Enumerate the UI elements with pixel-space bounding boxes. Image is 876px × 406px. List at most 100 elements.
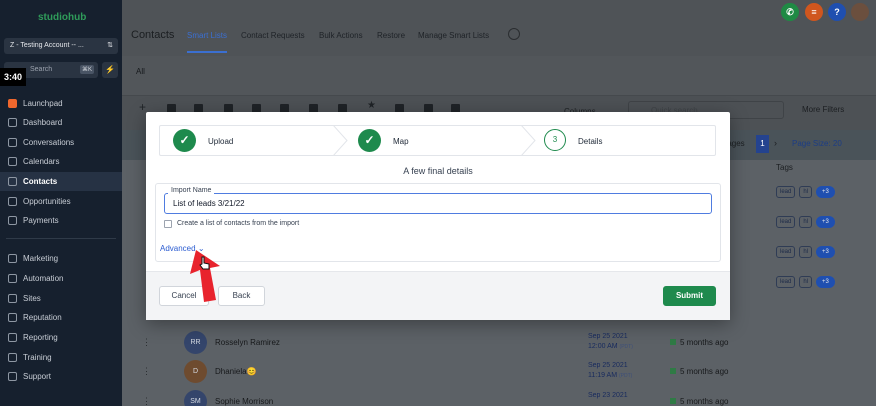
- more-vert-icon[interactable]: ⋮: [142, 396, 151, 406]
- message-icon: [670, 398, 676, 404]
- page-title: Contacts: [131, 29, 175, 41]
- sidebar-item-reporting[interactable]: Reporting: [0, 328, 122, 347]
- sidebar-item-label: Training: [23, 353, 52, 362]
- step-details: 3 Details: [533, 126, 713, 155]
- sidebar-item-label: Opportunities: [23, 197, 71, 206]
- sidebar-item-automation[interactable]: Automation: [0, 269, 122, 288]
- add-icon[interactable]: +: [139, 100, 148, 114]
- modal-subtitle: A few final details: [403, 166, 473, 176]
- last-activity-text: 5 months ago: [680, 367, 729, 376]
- sidebar-item-dashboard[interactable]: Dashboard: [0, 113, 122, 132]
- more-tags-badge[interactable]: +3: [816, 216, 835, 228]
- sidebar-item-label: Reputation: [23, 313, 62, 322]
- sidebar-item-support[interactable]: Support: [0, 367, 122, 386]
- create-list-label: Create a list of contacts from the impor…: [177, 220, 300, 227]
- tag-cell: lead hl +3: [776, 276, 839, 290]
- sidebar-item-calendars[interactable]: Calendars: [0, 152, 122, 171]
- table-row[interactable]: ⋮ SM Sophie Morrison Sep 23 2021 5 month…: [122, 386, 876, 406]
- cursor-hand-icon: [199, 256, 210, 270]
- chevron-right-icon[interactable]: ›: [774, 138, 777, 148]
- tag-badge: lead: [776, 246, 796, 258]
- tag-badge: lead: [776, 276, 796, 288]
- last-activity-text: 5 months ago: [680, 338, 729, 347]
- import-name-label: Import Name: [168, 187, 215, 194]
- sidebar-item-label: Launchpad: [23, 99, 63, 108]
- star-icon[interactable]: ★: [367, 100, 376, 111]
- import-details-modal: ✓ Upload ✓ Map 3 Details A few final det…: [146, 112, 730, 320]
- date-text: Sep 23 2021: [588, 392, 628, 399]
- more-filters-button[interactable]: More Filters: [802, 105, 844, 114]
- import-name-input[interactable]: List of leads 3/21/22: [164, 193, 712, 214]
- step-upload: ✓ Upload: [160, 126, 335, 155]
- date-added: Sep 23 2021: [588, 391, 628, 401]
- lightning-icon[interactable]: ⚡: [102, 62, 118, 78]
- back-button[interactable]: Back: [218, 286, 265, 306]
- time-text: 11:19 AM: [588, 372, 618, 379]
- tag-badge: lead: [776, 186, 796, 198]
- send-icon: [8, 254, 17, 263]
- sidebar-item-label: Marketing: [23, 254, 59, 263]
- check-icon: ✓: [173, 129, 196, 152]
- tab-manage-smart-lists[interactable]: Manage Smart Lists: [418, 31, 489, 40]
- more-tags-badge[interactable]: +3: [816, 246, 835, 258]
- tab-restore[interactable]: Restore: [377, 31, 405, 40]
- last-activity-text: 5 months ago: [680, 397, 729, 406]
- tab-bulk-actions[interactable]: Bulk Actions: [319, 31, 363, 40]
- timezone-text: (PDT): [619, 344, 633, 350]
- sidebar-item-conversations[interactable]: Conversations: [0, 133, 122, 152]
- automation-icon: [8, 274, 17, 283]
- tab-smart-lists[interactable]: Smart Lists: [187, 31, 228, 53]
- contact-name[interactable]: Dhaniela😊: [215, 367, 257, 376]
- sidebar-item-opportunities[interactable]: Opportunities: [0, 192, 122, 211]
- more-vert-icon[interactable]: ⋮: [142, 366, 151, 377]
- sidebar-item-label: Automation: [23, 274, 64, 283]
- sidebar-item-contacts[interactable]: Contacts: [0, 172, 122, 191]
- sidebar-item-sites[interactable]: Sites: [0, 289, 122, 308]
- book-icon: [8, 353, 17, 362]
- page-size-select[interactable]: Page Size: 20: [792, 139, 842, 148]
- create-list-checkbox[interactable]: [164, 220, 172, 228]
- table-row[interactable]: ⋮ RR Rosselyn Ramirez Sep 25 2021 12:00 A…: [122, 327, 876, 357]
- sidebar-item-label: Support: [23, 372, 52, 381]
- sidebar-item-label: Sites: [23, 294, 41, 303]
- launchpad-icon: [8, 99, 17, 108]
- page-1-button[interactable]: 1: [756, 135, 769, 153]
- top-header: Contacts Smart Lists Contact Requests Bu…: [122, 0, 876, 56]
- sidebar-item-label: Payments: [23, 216, 59, 225]
- sidebar-item-marketing[interactable]: Marketing: [0, 249, 122, 268]
- submit-button[interactable]: Submit: [663, 286, 716, 306]
- phone-icon[interactable]: ✆: [781, 3, 799, 21]
- more-tags-badge[interactable]: +3: [816, 276, 835, 288]
- tab-contact-requests[interactable]: Contact Requests: [241, 31, 305, 40]
- settings-gear-icon[interactable]: [508, 28, 520, 40]
- search-placeholder: Search: [30, 66, 53, 73]
- sidebar-item-payments[interactable]: Payments: [0, 211, 122, 230]
- sidebar-item-training[interactable]: Training: [0, 348, 122, 367]
- chevron-updown-icon: ⇅: [107, 42, 113, 49]
- more-tags-badge[interactable]: +3: [816, 186, 835, 198]
- message-icon: [670, 339, 676, 345]
- avatar[interactable]: [851, 3, 869, 21]
- menu-icon[interactable]: ≡: [805, 3, 823, 21]
- contact-name[interactable]: Sophie Morrison: [215, 397, 273, 406]
- contact-name[interactable]: Rosselyn Ramirez: [215, 338, 280, 347]
- account-switcher[interactable]: Z - Testing Account -- ... ⇅: [4, 38, 118, 54]
- sidebar-item-label: Calendars: [23, 157, 60, 166]
- sidebar-item-launchpad[interactable]: Launchpad: [0, 94, 122, 113]
- video-timer: 3:40: [0, 68, 26, 86]
- modal-footer: Cancel Back Submit: [146, 271, 730, 320]
- step-label: Upload: [208, 137, 234, 146]
- help-icon[interactable]: ?: [828, 3, 846, 21]
- table-row[interactable]: ⋮ D Dhaniela😊 Sep 25 2021 11:19 AM (PDT) …: [122, 356, 876, 386]
- globe-icon: [8, 294, 17, 303]
- app-window: studiohub Z - Testing Account -- ... ⇅ S…: [0, 0, 876, 406]
- chat-icon: [8, 138, 17, 147]
- tag-cell: lead hl +3: [776, 186, 839, 200]
- sidebar-item-reputation[interactable]: Reputation: [0, 308, 122, 327]
- sidebar-item-label: Dashboard: [23, 118, 63, 127]
- import-stepper: ✓ Upload ✓ Map 3 Details: [159, 125, 716, 156]
- check-icon: ✓: [358, 129, 381, 152]
- tab-all[interactable]: All: [136, 67, 145, 76]
- date-added: Sep 25 2021 11:19 AM (PDT): [588, 361, 632, 381]
- more-vert-icon[interactable]: ⋮: [142, 337, 151, 348]
